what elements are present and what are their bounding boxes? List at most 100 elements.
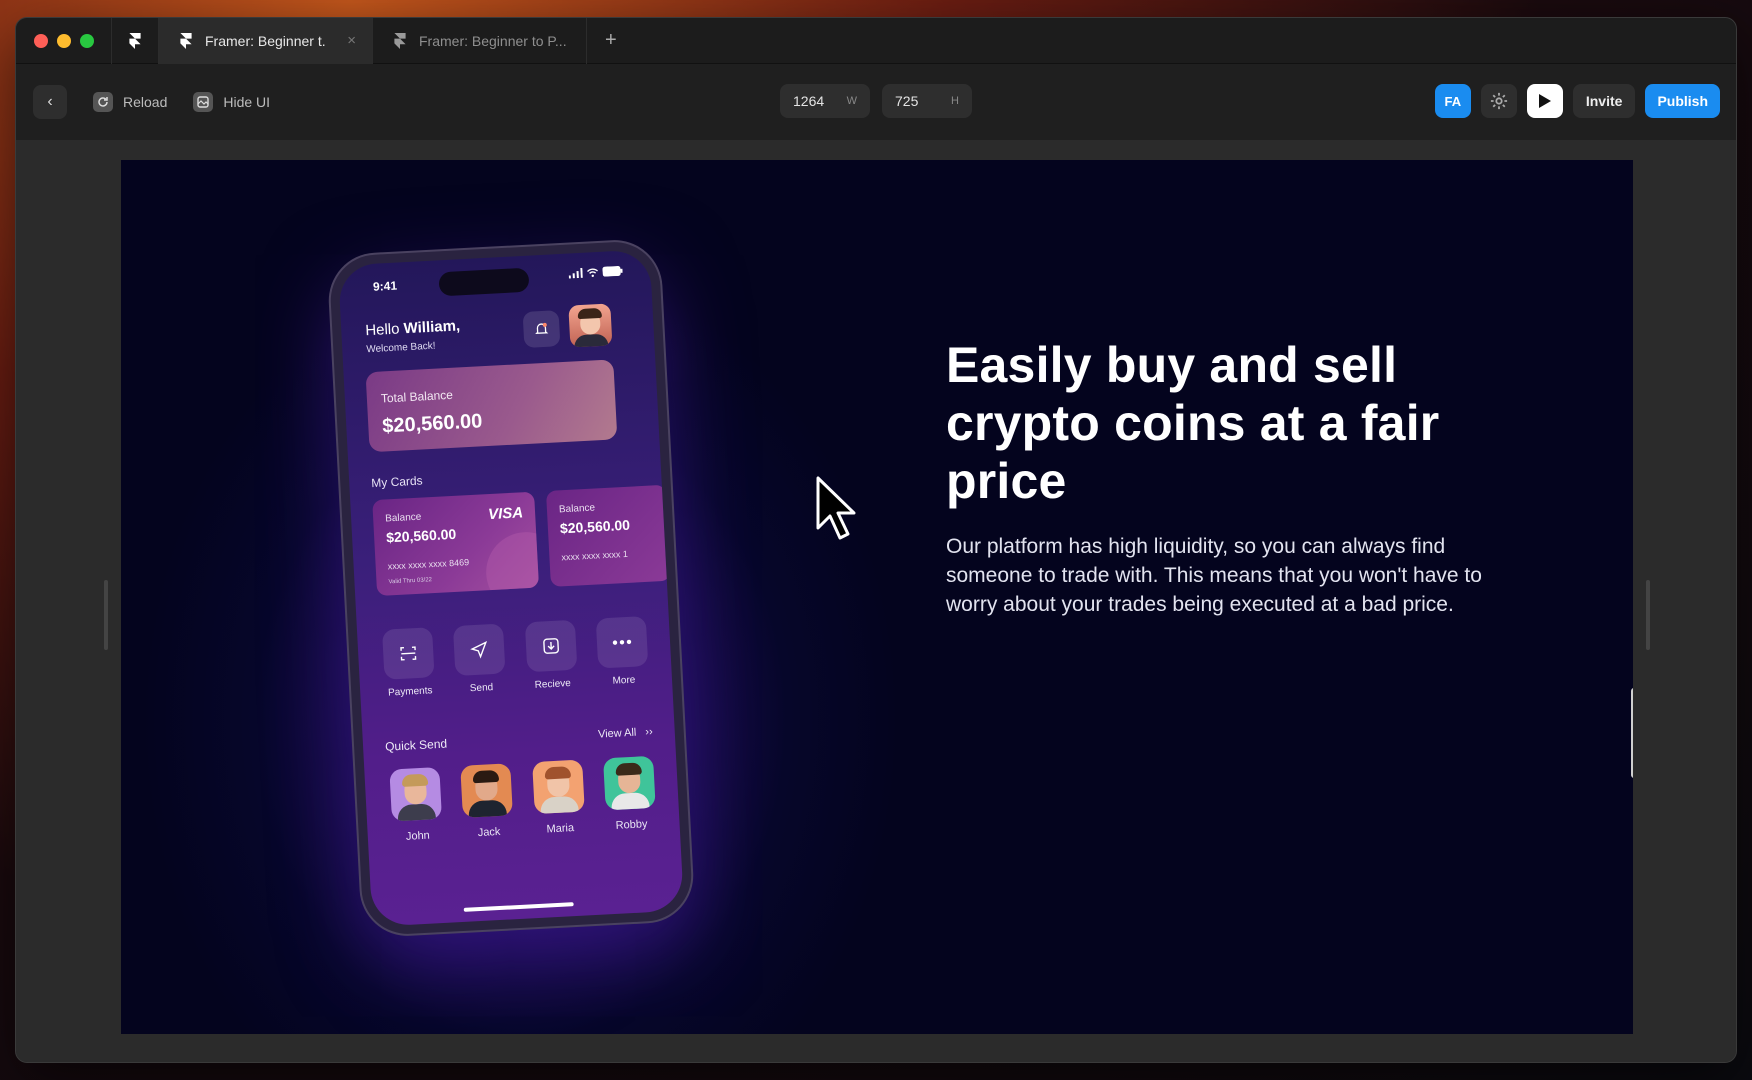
right-resize-handle[interactable] xyxy=(1646,580,1650,650)
tab-framer-beginner-1[interactable]: Framer: Beginner t. × xyxy=(159,18,373,64)
contact-name: John xyxy=(405,829,431,843)
action-more: More xyxy=(593,615,653,688)
greeting: Hello William, xyxy=(365,317,461,339)
play-icon xyxy=(1538,94,1551,108)
settings-button[interactable] xyxy=(1480,84,1517,118)
contact-name: Maria xyxy=(546,822,575,836)
phone-mockup: 9:41 Hello William, Welcome Back! Total … xyxy=(328,239,694,937)
total-balance-amount: $20,560.00 xyxy=(381,410,483,438)
publish-button[interactable]: Publish xyxy=(1645,84,1720,118)
left-resize-handle[interactable] xyxy=(104,580,108,650)
framer-logo-icon xyxy=(180,32,192,49)
contact-robby: Robby xyxy=(600,755,660,833)
contact-name: Jack xyxy=(477,825,501,840)
chevron-right-icon: ›› xyxy=(645,725,654,739)
user-avatar[interactable]: FA xyxy=(1434,84,1471,118)
action-label: Send xyxy=(469,682,494,695)
height-unit: H xyxy=(951,95,959,107)
action-label: More xyxy=(612,674,636,687)
greeting-prefix: Hello xyxy=(364,320,405,340)
quick-actions: Payments Send Recieve More xyxy=(379,615,653,699)
battery-icon xyxy=(602,265,623,277)
contact-avatar xyxy=(389,766,442,822)
greeting-name: William, xyxy=(403,317,461,338)
card-number: xxxx xxxx xxxx 1 xyxy=(561,548,629,563)
contact-avatar xyxy=(460,763,514,818)
invite-button[interactable]: Invite xyxy=(1572,84,1636,118)
visa-card: Balance $20,560.00 xxxx xxxx xxxx 8469 V… xyxy=(372,491,540,597)
maximize-window-button[interactable] xyxy=(80,33,94,48)
total-balance-card: Total Balance $20,560.00 xyxy=(365,359,618,453)
action-send: Send xyxy=(450,623,510,695)
action-payments: Payments xyxy=(379,627,439,699)
visa-logo: VISA xyxy=(487,504,524,524)
welcome-text: Welcome Back! xyxy=(366,340,436,356)
hide-ui-icon xyxy=(193,92,214,112)
contact-maria: Maria xyxy=(529,759,589,836)
card-balance-label: Balance xyxy=(558,502,596,516)
contact-jack: Jack xyxy=(458,763,518,840)
window-controls xyxy=(16,33,111,48)
card-valid-thru: Valid Thru 03/22 xyxy=(388,577,433,586)
quick-send-heading: Quick Send xyxy=(384,736,448,754)
canvas-area: 9:41 Hello William, Welcome Back! Total … xyxy=(16,140,1736,1062)
play-button[interactable] xyxy=(1526,84,1563,118)
phone-screen: 9:41 Hello William, Welcome Back! Total … xyxy=(337,249,685,927)
status-icons xyxy=(568,265,623,279)
tab-title: Framer: Beginner to P... xyxy=(419,32,567,49)
view-all-link: View All ›› xyxy=(598,726,653,741)
more-icon xyxy=(595,615,649,669)
second-card: Balance $20,560.00 xxxx xxxx xxxx 1 xyxy=(545,484,671,587)
hero-headline: Easily buy and sell crypto coins at a fa… xyxy=(946,337,1440,509)
new-tab-button[interactable]: + xyxy=(587,29,617,52)
width-field[interactable]: 1264 W xyxy=(780,84,870,118)
home-indicator xyxy=(463,902,574,912)
action-label: Recieve xyxy=(534,678,572,691)
preview-scrollbar[interactable] xyxy=(1631,688,1633,778)
site-preview: 9:41 Hello William, Welcome Back! Total … xyxy=(121,160,1633,1034)
my-cards-heading: My Cards xyxy=(370,473,423,491)
contact-name: Robby xyxy=(615,818,648,832)
dynamic-island xyxy=(438,267,530,297)
hero-paragraph: Our platform has high liquidity, so you … xyxy=(946,535,1482,616)
profile-avatar xyxy=(568,303,613,348)
total-balance-label: Total Balance xyxy=(380,387,454,406)
tab-title: Framer: Beginner t. xyxy=(205,32,326,49)
reload-icon xyxy=(93,92,113,112)
receive-icon xyxy=(524,619,578,673)
payments-icon xyxy=(382,627,435,680)
preview-toolbar: ‹ Reload Hide UI 1264 W 725 H FA Invite … xyxy=(16,64,1736,140)
quick-send-contacts: John Jack Maria Robby xyxy=(386,755,660,844)
height-field[interactable]: 725 H xyxy=(882,84,972,118)
hide-ui-button[interactable]: Hide UI xyxy=(193,92,270,112)
notification-button xyxy=(522,310,561,348)
view-all-label: View All xyxy=(597,726,637,741)
signal-icon xyxy=(568,267,583,279)
status-time: 9:41 xyxy=(372,278,398,294)
card-number: xxxx xxxx xxxx 8469 xyxy=(387,557,470,572)
action-receive: Recieve xyxy=(521,619,581,692)
framer-logo-icon xyxy=(129,32,141,49)
action-label: Payments xyxy=(387,685,433,699)
contact-avatar xyxy=(603,755,656,811)
gear-icon xyxy=(1490,92,1507,110)
reload-label: Reload xyxy=(123,94,168,110)
minimize-window-button[interactable] xyxy=(57,33,71,48)
mouse-cursor-icon xyxy=(816,476,856,540)
tab-bar: Framer: Beginner t. × Framer: Beginner t… xyxy=(16,18,1736,64)
reload-button[interactable]: Reload xyxy=(93,92,167,112)
width-unit: W xyxy=(846,95,857,107)
close-tab-icon[interactable]: × xyxy=(347,32,356,49)
bell-icon xyxy=(535,322,549,335)
back-button[interactable]: ‹ xyxy=(33,85,67,119)
framer-app-icon[interactable] xyxy=(111,18,159,64)
contact-john: John xyxy=(386,766,446,844)
wifi-icon xyxy=(587,268,599,277)
tab-framer-beginner-2[interactable]: Framer: Beginner to P... xyxy=(373,18,587,64)
framer-logo-icon xyxy=(394,32,406,49)
close-window-button[interactable] xyxy=(34,33,48,48)
contact-avatar xyxy=(531,759,585,815)
card-balance-label: Balance xyxy=(384,511,422,525)
hide-ui-label: Hide UI xyxy=(223,94,271,110)
width-value: 1264 xyxy=(793,93,825,109)
